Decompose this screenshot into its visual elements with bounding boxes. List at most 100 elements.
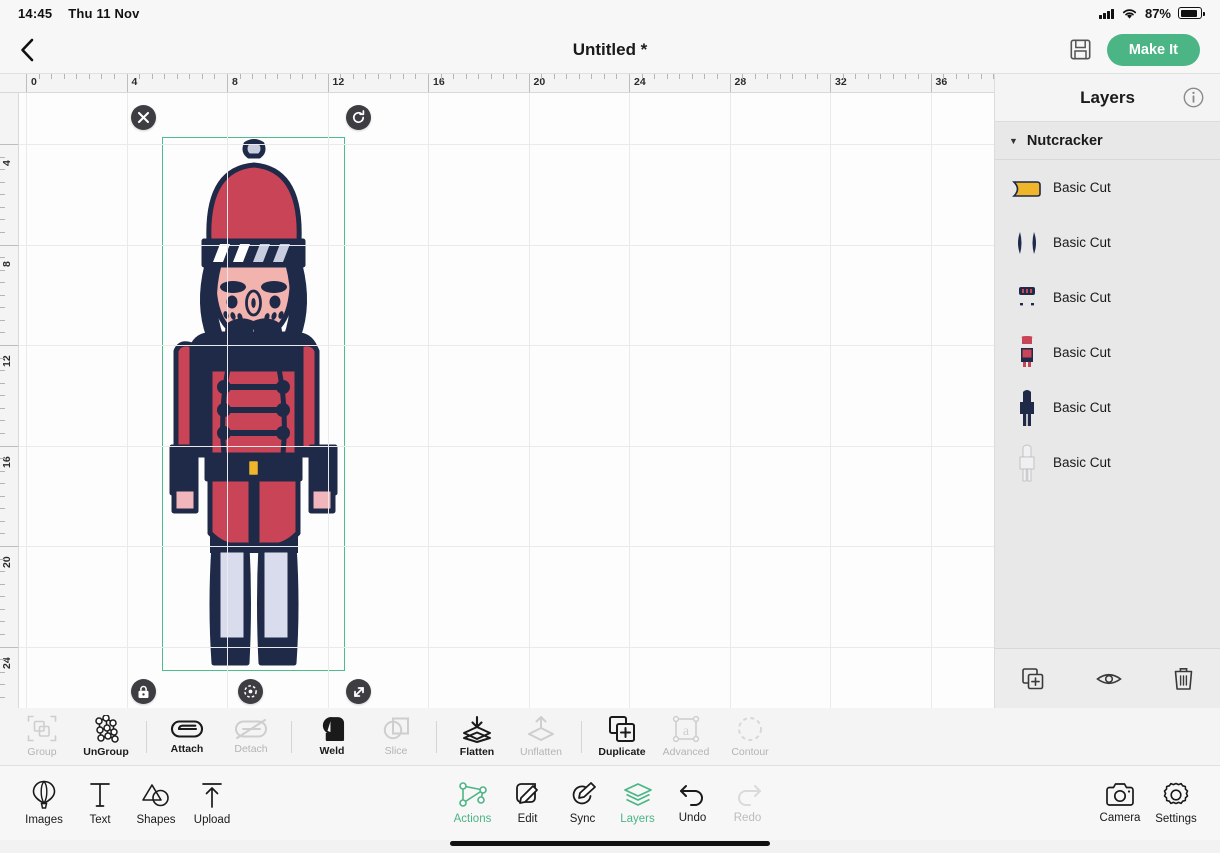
ruler-label: 20	[533, 76, 546, 88]
gear-icon	[1163, 782, 1189, 805]
layer-group-nutcracker[interactable]: ▼ Nutcracker	[995, 122, 1220, 160]
balloon-icon	[32, 780, 56, 809]
status-bar: 14:45 Thu 11 Nov 87%	[0, 0, 1220, 26]
visibility-button[interactable]	[1090, 664, 1128, 694]
ruler-subtick	[289, 74, 291, 79]
make-it-button[interactable]: Make It	[1106, 33, 1200, 66]
divider	[581, 720, 582, 753]
ruler-subtick	[591, 74, 593, 79]
status-bar-left: 14:45 Thu 11 Nov	[18, 6, 140, 21]
advanced-button[interactable]: a Advanced	[654, 715, 718, 758]
ruler-subtick	[905, 74, 907, 79]
slice-icon	[383, 717, 409, 740]
nav-actions[interactable]: Actions	[445, 781, 500, 825]
duplicate-layer-button[interactable]	[1015, 661, 1051, 697]
ruler-label: 32	[835, 76, 847, 88]
caret-down-icon[interactable]: ▼	[1009, 136, 1018, 146]
delete-handle[interactable]	[131, 105, 156, 130]
ruler-tick	[428, 74, 429, 92]
nav-images-label: Images	[25, 814, 63, 826]
navy-body-thumb	[1011, 388, 1043, 428]
info-button[interactable]	[1183, 87, 1204, 108]
group-label: Group	[27, 746, 57, 758]
slice-button[interactable]: Slice	[364, 716, 428, 757]
ruler-subtick	[0, 357, 5, 359]
list-item[interactable]: Basic Cut	[995, 325, 1220, 380]
ruler-subtick	[968, 74, 970, 79]
flatten-button[interactable]: Flatten	[445, 715, 509, 758]
ruler-label: 28	[734, 76, 747, 88]
gridline	[528, 93, 530, 708]
list-item[interactable]: Basic Cut	[995, 380, 1220, 435]
nav-sync[interactable]: Sync	[555, 781, 610, 825]
gridline	[19, 144, 994, 145]
divider	[146, 720, 147, 753]
nav-images[interactable]: Images	[16, 780, 72, 826]
save-button[interactable]	[1070, 39, 1091, 60]
sync-icon	[572, 782, 596, 805]
list-item[interactable]: Basic Cut	[995, 435, 1220, 490]
resize-handle[interactable]	[346, 679, 371, 704]
nav-shapes[interactable]: Shapes	[128, 780, 184, 826]
ruler-subtick	[189, 74, 191, 79]
list-item[interactable]: Basic Cut	[995, 270, 1220, 325]
ruler-subtick	[880, 74, 882, 79]
detach-button[interactable]: Detach	[219, 718, 283, 755]
ruler-subtick	[503, 74, 505, 79]
ruler-subtick	[490, 74, 492, 79]
weld-button[interactable]: Weld	[300, 716, 364, 757]
nutcracker-artwork[interactable]	[162, 137, 345, 671]
ruler-label: 36	[935, 76, 948, 88]
nav-redo[interactable]: Redo	[720, 782, 775, 824]
nav-upload[interactable]: Upload	[184, 780, 240, 826]
list-item[interactable]: Basic Cut	[995, 160, 1220, 215]
ruler-subtick	[0, 432, 5, 434]
move-handle[interactable]	[238, 679, 263, 704]
gridline	[19, 546, 994, 547]
nav-camera[interactable]: Camera	[1092, 782, 1148, 824]
duplicate-button[interactable]: Duplicate	[590, 715, 654, 758]
ruler-label: 4	[131, 76, 138, 88]
ruler-tick	[26, 74, 27, 92]
layer-group-label: Nutcracker	[1026, 132, 1103, 149]
nav-sync-label: Sync	[569, 813, 596, 825]
ruler-label: 8	[232, 76, 238, 88]
ruler-subtick	[38, 74, 40, 79]
close-icon	[137, 111, 150, 124]
delete-layer-button[interactable]	[1167, 661, 1200, 697]
lock-handle[interactable]	[131, 679, 156, 704]
group-button[interactable]: Group	[10, 715, 74, 758]
nav-edit-label: Edit	[517, 813, 538, 825]
nav-text[interactable]: Text	[72, 780, 128, 826]
list-item-label: Basic Cut	[1053, 455, 1111, 470]
list-item[interactable]: Basic Cut	[995, 215, 1220, 270]
unflatten-button[interactable]: Unflatten	[509, 715, 573, 758]
contour-button[interactable]: Contour	[718, 715, 782, 758]
ruler-subtick	[0, 332, 5, 334]
ruler-subtick	[0, 382, 5, 384]
battery-icon	[1178, 7, 1205, 19]
nav-edit[interactable]: Edit	[500, 781, 555, 825]
canvas-workspace[interactable]: 0 4 8 12 16 20 24 28 32 36 4 8 12 16 20 24	[0, 74, 994, 708]
ruler-subtick	[340, 74, 342, 79]
ruler-subtick	[365, 74, 367, 79]
ungroup-button[interactable]: UnGroup	[74, 715, 138, 758]
ruler-subtick	[76, 74, 78, 79]
ruler-subtick	[352, 74, 354, 79]
rotate-handle[interactable]	[346, 105, 371, 130]
nav-settings[interactable]: Settings	[1148, 781, 1204, 825]
list-item-label: Basic Cut	[1053, 400, 1111, 415]
gridline	[19, 646, 994, 648]
design-canvas[interactable]	[19, 93, 994, 708]
back-button[interactable]	[0, 26, 54, 74]
attach-button[interactable]: Attach	[155, 718, 219, 755]
layers-panel-footer	[995, 648, 1220, 708]
nav-layers[interactable]: Layers	[610, 781, 665, 825]
ruler-subtick	[541, 74, 543, 79]
eye-icon	[1096, 673, 1122, 684]
nav-undo[interactable]: Undo	[665, 782, 720, 824]
nav-shapes-label: Shapes	[136, 814, 176, 826]
ruler-subtick	[0, 458, 5, 460]
svg-text:a: a	[683, 724, 690, 739]
nav-actions-label: Actions	[453, 813, 492, 825]
